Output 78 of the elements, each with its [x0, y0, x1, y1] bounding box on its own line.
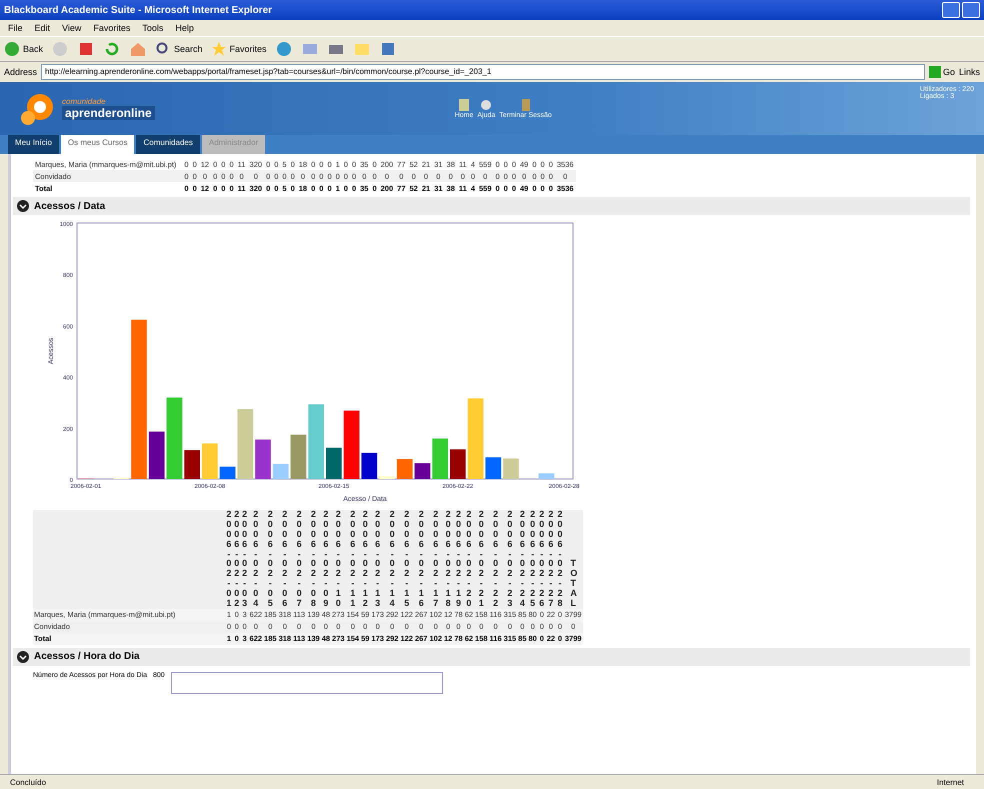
column-header: 2006-02-13: [374, 510, 381, 609]
toolbar-button[interactable]: Back: [4, 41, 44, 57]
collapse-icon[interactable]: [17, 650, 29, 663]
address-field[interactable]: http://elearning.aprenderonline.com/webapps/portal/frameset.jsp?tab=courses&url=/bin/common/course.pl?course_id=_203_1: [41, 64, 925, 80]
logo-text: aprenderonline: [62, 106, 155, 120]
chart-bar: [290, 434, 306, 479]
chart-bar: [450, 449, 466, 479]
column-header: 2006-02-15: [404, 510, 410, 609]
column-header: 2006-02-10: [335, 510, 342, 609]
column-header: 2006-02-18: [445, 510, 452, 609]
chart-bar: [396, 459, 413, 479]
nav-tab[interactable]: Os meus Cursos: [60, 135, 134, 154]
chart-bar: [485, 457, 502, 479]
column-header: 2006-02-20: [466, 510, 472, 609]
column-header: 2006-02-05: [267, 510, 274, 609]
nav-tab[interactable]: Comunidades: [136, 135, 200, 154]
column-header: 2006-02-11: [350, 510, 356, 609]
links-button[interactable]: Links: [958, 67, 980, 77]
nav-tab[interactable]: Meu Início: [8, 135, 59, 154]
chart-bar: [237, 409, 254, 479]
chart-bar: [414, 463, 430, 479]
column-header: 2006-02-03: [242, 510, 248, 609]
column-header: 2006-02-16: [418, 510, 424, 609]
chart-bar: [326, 448, 342, 479]
column-header: 2006-02-02: [234, 510, 240, 609]
globe-icon[interactable]: [274, 40, 293, 58]
column-header: 2006-02-12: [362, 510, 368, 609]
menu-item[interactable]: Tools: [142, 23, 164, 33]
toolbar-button[interactable]: Favorites: [210, 41, 267, 57]
column-header: 2006-02-19: [456, 510, 462, 609]
refresh-icon[interactable]: [103, 40, 122, 58]
column-header: 2006-02-24: [519, 510, 526, 609]
chart-bar: [148, 432, 165, 479]
menu-item[interactable]: Edit: [34, 23, 50, 33]
home-icon[interactable]: [129, 40, 148, 58]
logo-subtitle: comunidade: [62, 97, 107, 106]
chart-bar: [220, 466, 236, 479]
chart-bar: [503, 458, 519, 479]
column-header: 2006-02-07: [296, 510, 302, 609]
section-title: Acessos / Data: [34, 200, 106, 212]
chart-bar: [344, 410, 360, 479]
menu-item[interactable]: Help: [175, 23, 194, 33]
column-header: 2006-02-25: [530, 510, 536, 609]
chart-bar: [361, 452, 378, 479]
status-text: Concluído: [10, 778, 46, 786]
menu-item[interactable]: Favorites: [93, 23, 130, 33]
column-header: TOTAL: [570, 559, 576, 609]
help-icon: [480, 98, 492, 112]
chart-bar: [184, 450, 200, 479]
chart-bar: [432, 438, 448, 479]
security-zone: Internet: [936, 778, 964, 786]
column-header: 2006-02-22: [492, 510, 499, 609]
toolbar-button[interactable]: Search: [155, 41, 203, 57]
column-header: 2006-02-06: [282, 510, 288, 609]
column-header: 2006-02-08: [310, 510, 316, 609]
window-title: Blackboard Academic Suite - Microsoft Internet Explorer: [4, 4, 272, 16]
column-header: 2006-02-27: [548, 510, 554, 609]
column-header: 2006-02-17: [432, 510, 439, 609]
close-button[interactable]: [962, 2, 980, 18]
column-header: 2006-02-09: [322, 510, 329, 609]
column-header: 2006-02-23: [506, 510, 513, 609]
collapse-icon[interactable]: [17, 200, 29, 212]
column-header: 2006-02-14: [389, 510, 396, 609]
chart-bar: [202, 443, 218, 479]
column-header: 2006-02-01: [226, 510, 232, 609]
column-header: 2006-02-21: [478, 510, 484, 609]
menu-item[interactable]: File: [8, 23, 23, 33]
column-header: 2006-02-28: [557, 510, 563, 609]
column-header: 2006-02-26: [538, 510, 545, 609]
minimize-button[interactable]: [942, 2, 960, 18]
star-icon: [210, 41, 227, 57]
address-label: Address: [4, 67, 38, 77]
column-header: 2006-02-04: [252, 510, 259, 609]
go-button[interactable]: Go: [928, 66, 955, 78]
section-title: Acessos / Hora do Dia: [34, 651, 140, 662]
menu-item[interactable]: View: [62, 23, 82, 33]
chart-bar: [255, 440, 271, 479]
chart-bar: [379, 476, 395, 479]
